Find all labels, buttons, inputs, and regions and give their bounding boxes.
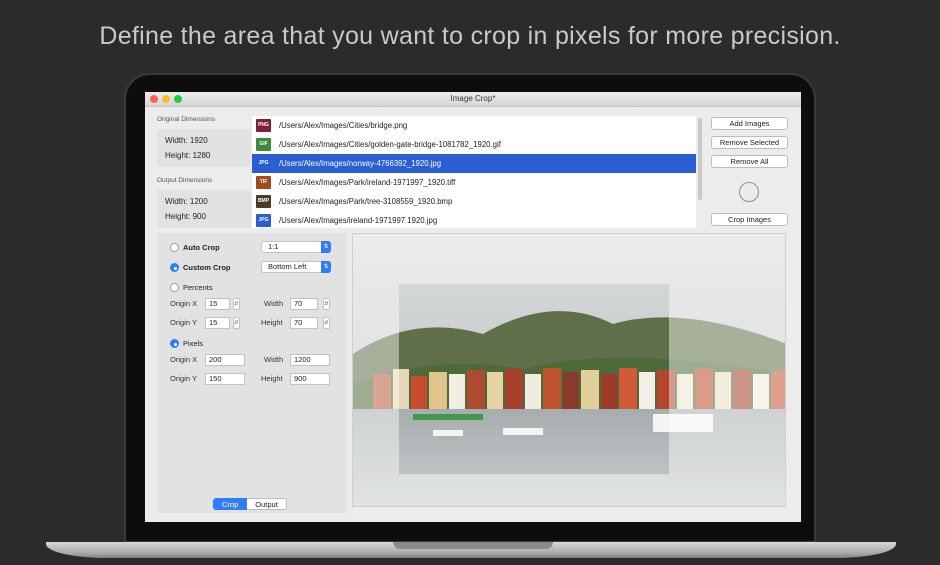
file-list-scrollbar[interactable] — [698, 118, 702, 200]
file-row[interactable]: TIF/Users/Alex/Images/Park/ireland-19719… — [252, 173, 696, 192]
tif-file-icon: TIF — [256, 176, 271, 189]
chevron-updown-icon: ⇅ — [321, 261, 331, 273]
pct-origin-x-stepper[interactable]: ⇵ — [233, 298, 240, 310]
file-path: /Users/Alex/Images/ireland-1971997 1920.… — [279, 216, 438, 225]
title-bar: Image Crop* — [145, 92, 801, 107]
tab-crop[interactable]: Crop — [213, 498, 248, 510]
percents-label: Percents — [183, 283, 213, 292]
jpg-file-icon: JPG — [256, 214, 271, 227]
px-origin-x-field[interactable]: 200 — [205, 354, 245, 366]
px-origin-y-label: Origin Y — [170, 374, 197, 383]
original-height: Height: 1280 — [165, 151, 211, 160]
output-dimensions-header: Output Dimensions — [157, 177, 213, 184]
progress-spinner-icon — [739, 182, 759, 202]
anchor-select[interactable]: Bottom Left ⇅ — [261, 261, 331, 273]
pct-height-field[interactable]: 70 — [290, 317, 318, 329]
anchor-select-value: Bottom Left — [268, 262, 307, 271]
dimensions-panel: Original Dimensions Width: 1920 Height: … — [157, 116, 251, 238]
px-height-field[interactable]: 900 — [290, 373, 330, 385]
radio-on-icon — [170, 263, 179, 272]
pct-height-label: Height — [261, 318, 283, 327]
image-preview[interactable] — [352, 233, 786, 507]
output-width: Width: 1200 — [165, 197, 208, 206]
crop-settings-panel: Auto Crop 1:1 ⇅ Custom Crop Bottom Left … — [157, 233, 347, 513]
pct-width-label: Width — [264, 299, 284, 308]
jpg-file-icon: JPG — [256, 157, 271, 170]
file-row[interactable]: JPG/Users/Alex/Images/ireland-1971997 19… — [252, 211, 696, 228]
laptop-notch — [393, 542, 553, 549]
auto-crop-label: Auto Crop — [183, 243, 220, 252]
pct-origin-y-stepper[interactable]: ⇵ — [233, 317, 240, 329]
pct-origin-y-field[interactable]: 15 — [205, 317, 230, 329]
pct-height-stepper[interactable]: ⇵ — [323, 317, 330, 329]
add-images-button[interactable]: Add Images — [711, 117, 788, 130]
remove-all-button[interactable]: Remove All — [711, 155, 788, 168]
file-row[interactable]: PNG/Users/Alex/Images/Cities/bridge.png — [252, 116, 696, 135]
percents-radio[interactable]: Percents — [170, 283, 213, 292]
custom-crop-label: Custom Crop — [183, 263, 231, 272]
tab-output[interactable]: Output — [247, 498, 287, 510]
file-row[interactable]: BMP/Users/Alex/Images/Park/tree-3108559_… — [252, 192, 696, 211]
panel-tabs: Crop Output — [213, 498, 287, 510]
pct-origin-y-label: Origin Y — [170, 318, 197, 327]
file-row[interactable]: JPG/Users/Alex/Images/norway-4766392_192… — [252, 154, 696, 173]
original-dimensions-box: Width: 1920 Height: 1280 — [157, 129, 251, 167]
remove-selected-button[interactable]: Remove Selected — [711, 136, 788, 149]
bmp-file-icon: BMP — [256, 195, 271, 208]
radio-on-icon — [170, 339, 179, 348]
output-height: Height: 900 — [165, 212, 206, 221]
file-path: /Users/Alex/Images/Cities/bridge.png — [279, 121, 408, 130]
pct-width-field[interactable]: 70 — [290, 298, 318, 310]
harbor-photo — [353, 234, 785, 506]
auto-crop-radio[interactable]: Auto Crop — [170, 243, 220, 252]
file-path: /Users/Alex/Images/norway-4766392_1920.j… — [279, 159, 442, 168]
window-title: Image Crop* — [450, 94, 496, 103]
radio-off-icon — [170, 283, 179, 292]
gif-file-icon: GIF — [256, 138, 271, 151]
png-file-icon: PNG — [256, 119, 271, 132]
px-width-label: Width — [264, 355, 284, 364]
pct-origin-x-field[interactable]: 15 — [205, 298, 230, 310]
file-path: /Users/Alex/Images/Park/ireland-1971997_… — [279, 178, 456, 187]
px-origin-x-label: Origin X — [170, 355, 198, 364]
file-path: /Users/Alex/Images/Cities/golden-gate-br… — [279, 140, 501, 149]
radio-off-icon — [170, 243, 179, 252]
original-dimensions-header: Original Dimensions — [157, 116, 216, 123]
px-origin-y-field[interactable]: 150 — [205, 373, 245, 385]
file-list[interactable]: PNG/Users/Alex/Images/Cities/bridge.png G… — [252, 116, 696, 228]
file-path: /Users/Alex/Images/Park/tree-3108559_192… — [279, 197, 453, 206]
chevron-updown-icon: ⇅ — [321, 241, 331, 253]
ratio-select-value: 1:1 — [268, 242, 279, 251]
original-width: Width: 1920 — [165, 136, 208, 145]
pct-origin-x-label: Origin X — [170, 299, 198, 308]
file-row[interactable]: GIF/Users/Alex/Images/Cities/golden-gate… — [252, 135, 696, 154]
px-height-label: Height — [261, 374, 283, 383]
pixels-label: Pixels — [183, 339, 204, 348]
px-width-field[interactable]: 1200 — [290, 354, 330, 366]
app-window: Image Crop* Original Dimensions Width: 1… — [145, 92, 801, 522]
custom-crop-radio[interactable]: Custom Crop — [170, 263, 231, 272]
headline: Define the area that you want to crop in… — [99, 22, 841, 50]
ratio-select[interactable]: 1:1 ⇅ — [261, 241, 331, 253]
output-dimensions-box: Width: 1200 Height: 900 — [157, 190, 251, 228]
pixels-radio[interactable]: Pixels — [170, 339, 203, 348]
crop-images-button[interactable]: Crop Images — [711, 213, 788, 226]
pct-width-stepper[interactable]: ⇵ — [323, 298, 330, 310]
